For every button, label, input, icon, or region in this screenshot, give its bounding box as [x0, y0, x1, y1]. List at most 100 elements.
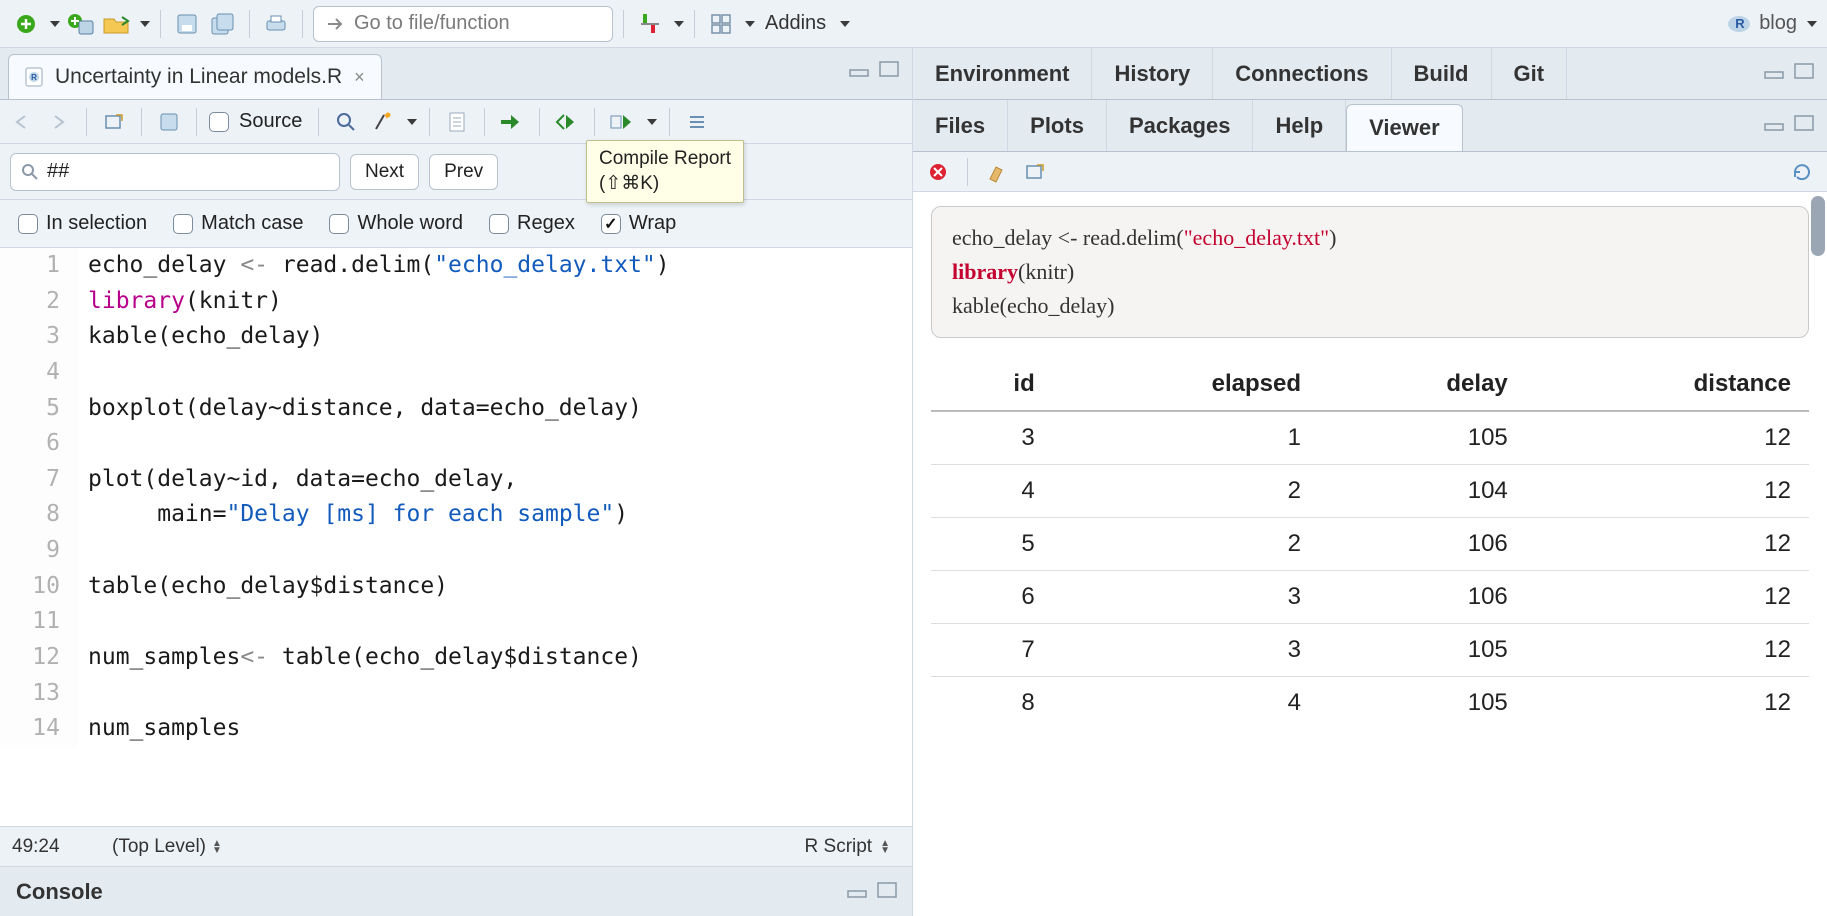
code-line[interactable]: 12num_samples<- table(echo_delay$distanc… [0, 640, 912, 676]
code-line[interactable]: 2library(knitr) [0, 284, 912, 320]
whole-word-checkbox[interactable] [329, 214, 349, 234]
remove-viewer-button[interactable] [923, 157, 953, 187]
minimize-console-icon[interactable] [844, 879, 872, 901]
code-line[interactable]: 8 main="Delay [ms] for each sample") [0, 497, 912, 533]
tab-environment[interactable]: Environment [913, 48, 1092, 99]
maximize-console-icon[interactable] [874, 879, 902, 901]
tab-help[interactable]: Help [1253, 100, 1346, 151]
file-tab[interactable]: R Uncertainty in Linear models.R × [8, 54, 382, 99]
find-next-button[interactable]: Next [350, 154, 419, 190]
maximize-viewer-icon[interactable] [1791, 112, 1819, 134]
minimize-viewer-icon[interactable] [1761, 112, 1789, 134]
run-button[interactable] [497, 107, 527, 137]
code-tools-caret[interactable] [407, 119, 417, 125]
new-file-menu-caret[interactable] [50, 21, 60, 27]
show-in-new-window-button[interactable] [99, 107, 129, 137]
scrollbar-thumb[interactable] [1811, 196, 1825, 256]
code-line[interactable]: 9 [0, 533, 912, 569]
tools-button[interactable] [634, 8, 666, 40]
clear-viewer-button[interactable] [982, 157, 1012, 187]
project-name[interactable]: blog [1759, 12, 1797, 35]
new-project-button[interactable] [64, 8, 96, 40]
code-line[interactable]: 7plot(delay~id, data=echo_delay, [0, 462, 912, 498]
find-replace-button[interactable] [331, 107, 361, 137]
table-cell: 105 [1319, 677, 1526, 730]
source-tab-bar: R Uncertainty in Linear models.R × [0, 48, 912, 100]
refresh-viewer-button[interactable] [1787, 157, 1817, 187]
separator [86, 108, 87, 136]
find-prev-button[interactable]: Prev [429, 154, 498, 190]
match-case-checkbox[interactable] [173, 214, 193, 234]
tab-packages[interactable]: Packages [1107, 100, 1254, 151]
grid-button[interactable] [705, 8, 737, 40]
tab-files[interactable]: Files [913, 100, 1008, 151]
nav-back-button[interactable] [8, 107, 38, 137]
regex-checkbox[interactable] [489, 214, 509, 234]
wrap-checkbox[interactable] [601, 214, 621, 234]
code-line[interactable]: 13 [0, 676, 912, 712]
source-menu-caret[interactable] [647, 119, 657, 125]
print-button[interactable] [260, 8, 292, 40]
addins-caret[interactable] [840, 21, 850, 27]
tab-git[interactable]: Git [1492, 48, 1568, 99]
separator [539, 108, 540, 136]
find-input[interactable]: ## [10, 153, 340, 191]
code-line[interactable]: 1echo_delay <- read.delim("echo_delay.tx… [0, 248, 912, 284]
rerun-button[interactable] [552, 107, 582, 137]
code-line[interactable]: 4 [0, 355, 912, 391]
code-line[interactable]: 11 [0, 604, 912, 640]
table-row: 6310612 [931, 571, 1809, 624]
table-row: 7310512 [931, 624, 1809, 677]
code-line[interactable]: 5boxplot(delay~distance, data=echo_delay… [0, 391, 912, 427]
tools-caret[interactable] [674, 21, 684, 27]
code-line[interactable]: 10table(echo_delay$distance) [0, 569, 912, 605]
nav-forward-button[interactable] [44, 107, 74, 137]
minimize-pane-icon[interactable] [846, 58, 874, 80]
save-source-button[interactable] [154, 107, 184, 137]
project-menu-caret[interactable] [1807, 21, 1817, 27]
scope-selector[interactable]: (Top Level) ▲▼ [102, 836, 232, 858]
separator [249, 10, 250, 38]
table-row: 8410512 [931, 677, 1809, 730]
tab-build[interactable]: Build [1392, 48, 1492, 99]
new-file-button[interactable] [10, 8, 42, 40]
table-cell: 4 [931, 465, 1053, 518]
compile-report-button[interactable] [442, 107, 472, 137]
source-button[interactable] [607, 107, 637, 137]
source-on-save-label: Source [235, 110, 306, 133]
table-cell: 4 [1053, 677, 1319, 730]
tab-history[interactable]: History [1092, 48, 1213, 99]
search-icon [21, 163, 39, 181]
separator [967, 158, 968, 186]
goto-file-input[interactable]: Go to file/function [313, 6, 613, 42]
save-button[interactable] [171, 8, 203, 40]
separator [623, 10, 624, 38]
tab-viewer[interactable]: Viewer [1346, 104, 1463, 151]
tab-plots[interactable]: Plots [1008, 100, 1107, 151]
code-line[interactable]: 6 [0, 426, 912, 462]
minimize-env-icon[interactable] [1761, 60, 1789, 82]
addins-menu[interactable]: Addins [759, 12, 832, 35]
code-editor[interactable]: 1echo_delay <- read.delim("echo_delay.tx… [0, 248, 912, 826]
tab-connections[interactable]: Connections [1213, 48, 1391, 99]
table-cell: 105 [1319, 624, 1526, 677]
open-recent-caret[interactable] [140, 21, 150, 27]
console-tab[interactable]: Console [0, 866, 912, 916]
code-line[interactable]: 14num_samples [0, 711, 912, 747]
outline-button[interactable] [682, 107, 712, 137]
code-line[interactable]: 3kable(echo_delay) [0, 319, 912, 355]
open-file-button[interactable] [100, 8, 132, 40]
source-on-save-checkbox[interactable] [209, 112, 229, 132]
separator [318, 108, 319, 136]
in-selection-checkbox[interactable] [18, 214, 38, 234]
grid-caret[interactable] [745, 21, 755, 27]
language-selector[interactable]: R Script ▲▼ [805, 836, 900, 858]
viewer-content: echo_delay <- read.delim("echo_delay.txt… [913, 192, 1827, 916]
save-all-button[interactable] [207, 8, 239, 40]
open-in-browser-button[interactable] [1020, 157, 1050, 187]
table-cell: 12 [1526, 677, 1809, 730]
code-tools-button[interactable] [367, 107, 397, 137]
close-tab-button[interactable]: × [352, 67, 367, 88]
maximize-pane-icon[interactable] [876, 58, 904, 80]
maximize-env-icon[interactable] [1791, 60, 1819, 82]
